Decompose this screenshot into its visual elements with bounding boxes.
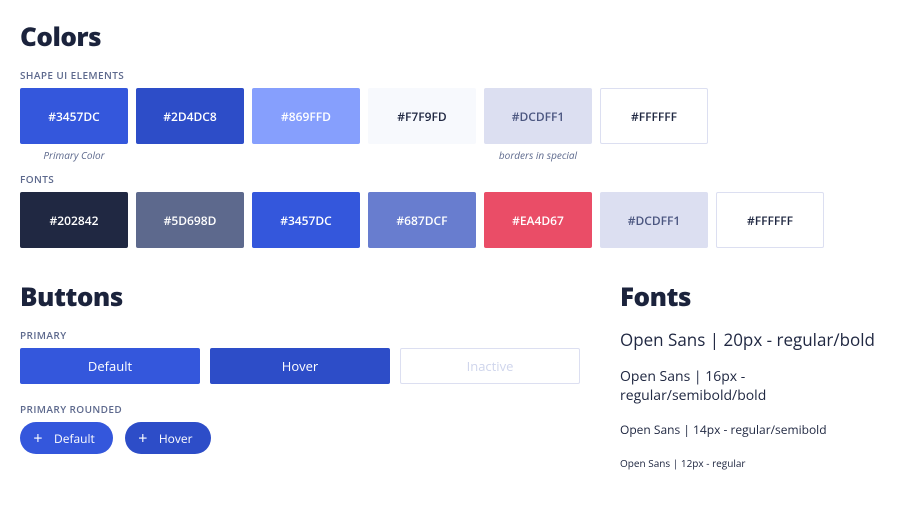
color-swatch: #5D698D [136,192,244,248]
color-swatch: #202842 [20,192,128,248]
rounded-hover-button[interactable]: + Hover [125,422,211,454]
color-swatch: #DCDFF1 [484,88,592,144]
primary-default-button[interactable]: Default [20,348,200,384]
color-swatch: #2D4DC8 [136,88,244,144]
swatch-row-fonts: #202842#5D698D#3457DC#687DCF#EA4D67#DCDF… [20,192,880,248]
rounded-hover-label: Hover [159,430,193,447]
fonts-colors-label: FONTS [20,172,880,186]
shape-ui-elements-label: SHAPE UI ELEMENTS [20,68,880,82]
swatch-caption: borders in special [499,148,577,162]
primary-inactive-button: Inactive [400,348,580,384]
primary-label: PRIMARY [20,328,580,342]
fonts-title: Fonts [620,278,880,314]
primary-hover-button[interactable]: Hover [210,348,390,384]
swatch-caption: Primary Color [43,148,104,162]
color-swatch: #FFFFFF [716,192,824,248]
buttons-title: Buttons [20,278,580,314]
plus-icon: + [30,430,46,446]
color-swatch: #FFFFFF [600,88,708,144]
color-swatch: #EA4D67 [484,192,592,248]
font-sample-14: Open Sans | 14px - regular/semibold [620,421,880,438]
color-swatch: #3457DC [20,88,128,144]
rounded-default-label: Default [54,430,95,447]
color-swatch: #687DCF [368,192,476,248]
colors-title: Colors [20,18,880,54]
font-sample-12: Open Sans | 12px - regular [620,456,880,470]
primary-rounded-row: + Default + Hover [20,422,580,454]
font-sample-20: Open Sans | 20px - regular/bold [620,328,880,351]
primary-button-row: Default Hover Inactive [20,348,580,384]
color-swatch: #869FFD [252,88,360,144]
color-swatch: #DCDFF1 [600,192,708,248]
rounded-default-button[interactable]: + Default [20,422,113,454]
swatch-row-shape: #3457DC Primary Color #2D4DC8#869FFD#F7F9F… [20,88,880,162]
color-swatch: #F7F9FD [368,88,476,144]
font-sample-16: Open Sans | 16px - regular/semibold/bold [620,367,880,405]
color-swatch: #3457DC [252,192,360,248]
primary-rounded-label: PRIMARY ROUNDED [20,402,580,416]
plus-icon: + [135,430,151,446]
